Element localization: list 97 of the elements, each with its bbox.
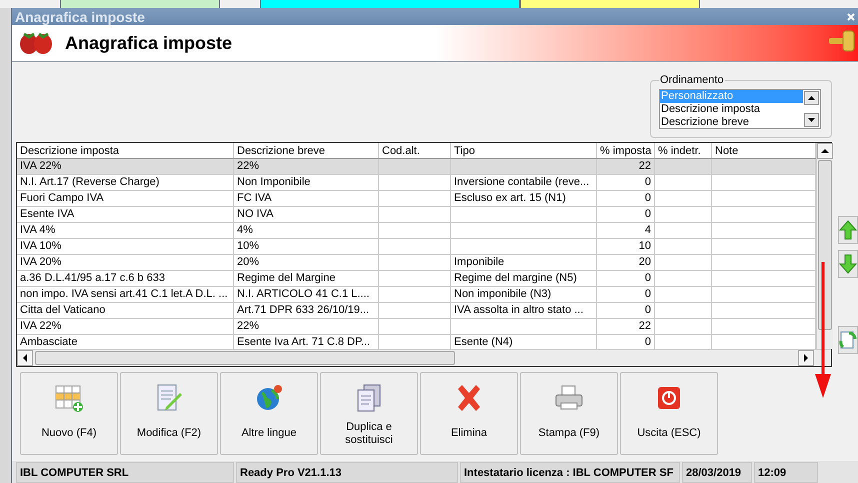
- scroll-up-icon[interactable]: [817, 143, 833, 159]
- table-cell: 20: [638, 256, 651, 268]
- scroll-up-icon[interactable]: [804, 90, 819, 104]
- table-cell: FC IVA: [237, 192, 272, 204]
- table-cell: 4: [644, 224, 651, 236]
- status-field: Intestatario licenza : IBL COMPUTER SF: [460, 462, 680, 483]
- table-cell: 4%: [237, 224, 253, 236]
- toolbar-button[interactable]: Duplica e sostituisci: [320, 372, 418, 455]
- column-header[interactable]: % imposta: [597, 143, 655, 158]
- grid-plus-icon: [54, 383, 84, 413]
- status-field: IBL COMPUTER SRL: [16, 462, 234, 483]
- table-cell: Art.71 DPR 633 26/10/19...: [237, 304, 370, 316]
- table-cell: Imponibile: [454, 256, 504, 268]
- scroll-thumb[interactable]: [35, 351, 455, 365]
- table-row[interactable]: IVA 4% 4% 4: [17, 223, 816, 239]
- refresh-button[interactable]: [838, 326, 858, 354]
- table-cell: 10%: [237, 240, 260, 252]
- column-header[interactable]: Tipo: [451, 143, 597, 158]
- table-cell: Esente Iva Art. 71 C.8 DP...: [237, 336, 370, 348]
- table-row[interactable]: Esente IVA NO IVA 0: [17, 207, 816, 223]
- table-cell: Escluso ex art. 15 (N1): [454, 192, 566, 204]
- sorting-listbox[interactable]: Personalizzato Descrizione imposta Descrizione breve: [659, 88, 821, 128]
- strawberries-icon: [17, 30, 55, 56]
- table-cell: 22%: [237, 160, 260, 172]
- table-row[interactable]: non impo. IVA sensi art.41 C.1 let.A D.L. ... N.I. ARTICOLO 41 C.1 L.... Non imponibile (N3) 0: [17, 287, 816, 303]
- status-field: Ready Pro V21.1.13: [236, 462, 458, 483]
- move-up-button[interactable]: [838, 216, 858, 244]
- toolbar-button[interactable]: Elimina: [420, 372, 518, 455]
- table-cell: Regime del Margine: [237, 272, 336, 284]
- scroll-thumb[interactable]: [818, 160, 832, 330]
- vertical-scrollbar[interactable]: [816, 143, 833, 349]
- table-cell: Esente (N4): [454, 336, 513, 348]
- sorting-option[interactable]: Descrizione breve: [660, 116, 803, 128]
- table-row[interactable]: IVA 22% 22% 22: [17, 159, 816, 175]
- toolbar-button[interactable]: Altre lingue: [220, 372, 318, 455]
- scroll-down-icon[interactable]: [804, 112, 819, 126]
- table-cell: N.I. ARTICOLO 41 C.1 L....: [237, 288, 370, 300]
- globe-icon: [254, 383, 284, 413]
- table-row[interactable]: IVA 20% 20% Imponibile 20: [17, 255, 816, 271]
- table-cell: Non imponibile (N3): [454, 288, 552, 300]
- table-cell: Esente IVA: [20, 208, 74, 220]
- table-cell: 0: [644, 272, 651, 284]
- table-row[interactable]: IVA 22% 22% 22: [17, 319, 816, 335]
- table-row[interactable]: IVA 10% 10% 10: [17, 239, 816, 255]
- arrow-up-icon: [839, 220, 857, 240]
- table-cell: Citta del Vaticano: [20, 304, 106, 316]
- table-row[interactable]: a.36 D.L.41/95 a.17 c.6 b 633 Regime del Margine Regime del margine (N5) 0: [17, 271, 816, 287]
- table-cell: 22%: [237, 320, 260, 332]
- close-icon[interactable]: [847, 12, 855, 20]
- sorting-label: Ordinamento: [659, 73, 725, 88]
- move-down-button[interactable]: [838, 250, 858, 278]
- table-row[interactable]: N.I. Art.17 (Reverse Charge) Non Imponibile Inversione contabile (reve... 0: [17, 175, 816, 191]
- table-cell: Inversione contabile (reve...: [454, 176, 590, 188]
- toolbar-button[interactable]: Nuovo (F4): [20, 372, 118, 455]
- table-cell: 22: [638, 320, 651, 332]
- table-row[interactable]: Citta del Vaticano Art.71 DPR 633 26/10/19... IVA assolta in altro stato ... 0: [17, 303, 816, 319]
- table-cell: IVA 10%: [20, 240, 62, 252]
- table-cell: 20%: [237, 256, 260, 268]
- table-cell: non impo. IVA sensi art.41 C.1 let.A D.L. ...: [20, 288, 228, 300]
- table-cell: 0: [644, 288, 651, 300]
- horizontal-scrollbar[interactable]: [17, 349, 831, 366]
- table-cell: NO IVA: [237, 208, 274, 220]
- table-cell: 0: [644, 336, 651, 348]
- table-cell: Non Imponibile: [237, 176, 310, 188]
- table-cell: IVA assolta in altro stato ...: [454, 304, 584, 316]
- window-title: Anagrafica imposte: [15, 10, 145, 24]
- toolbar-button[interactable]: Uscita (ESC): [620, 372, 718, 455]
- table-cell: IVA 22%: [20, 160, 62, 172]
- table-cell: 0: [644, 304, 651, 316]
- status-field: 28/03/2019: [682, 462, 752, 483]
- sorting-option[interactable]: Descrizione imposta: [660, 102, 803, 116]
- header-title: Anagrafica imposte: [65, 32, 232, 55]
- table-cell: a.36 D.L.41/95 a.17 c.6 b 633: [20, 272, 165, 284]
- toolbar-button[interactable]: Modifica (F2): [120, 372, 218, 455]
- status-field: 12:09: [754, 462, 818, 483]
- table-cell: 22: [638, 160, 651, 172]
- toolbar-button[interactable]: Stampa (F9): [520, 372, 618, 455]
- document-refresh-icon: [839, 329, 857, 351]
- table-cell: 0: [644, 208, 651, 220]
- arrow-down-icon: [839, 254, 857, 274]
- table-cell: 0: [644, 192, 651, 204]
- column-header[interactable]: Cod.alt.: [379, 143, 451, 158]
- table-cell: IVA 4%: [20, 224, 56, 236]
- table-cell: IVA 22%: [20, 320, 62, 332]
- table-cell: N.I. Art.17 (Reverse Charge): [20, 176, 160, 188]
- column-header[interactable]: % indetr.: [655, 143, 712, 158]
- table-row[interactable]: Fuori Campo IVA FC IVA Escluso ex art. 15 (N1) 0: [17, 191, 816, 207]
- table-cell: 10: [638, 240, 651, 252]
- table-cell: 0: [644, 176, 651, 188]
- column-header[interactable]: Descrizione breve: [234, 143, 379, 158]
- table-cell: IVA 20%: [20, 256, 62, 268]
- column-header[interactable]: Descrizione imposta: [17, 143, 234, 158]
- table-cell: Fuori Campo IVA: [20, 192, 104, 204]
- scroll-right-icon[interactable]: [798, 350, 814, 366]
- table-cell: Regime del margine (N5): [454, 272, 577, 284]
- table-cell: Ambasciate: [20, 336, 78, 348]
- scroll-left-icon[interactable]: [17, 350, 33, 366]
